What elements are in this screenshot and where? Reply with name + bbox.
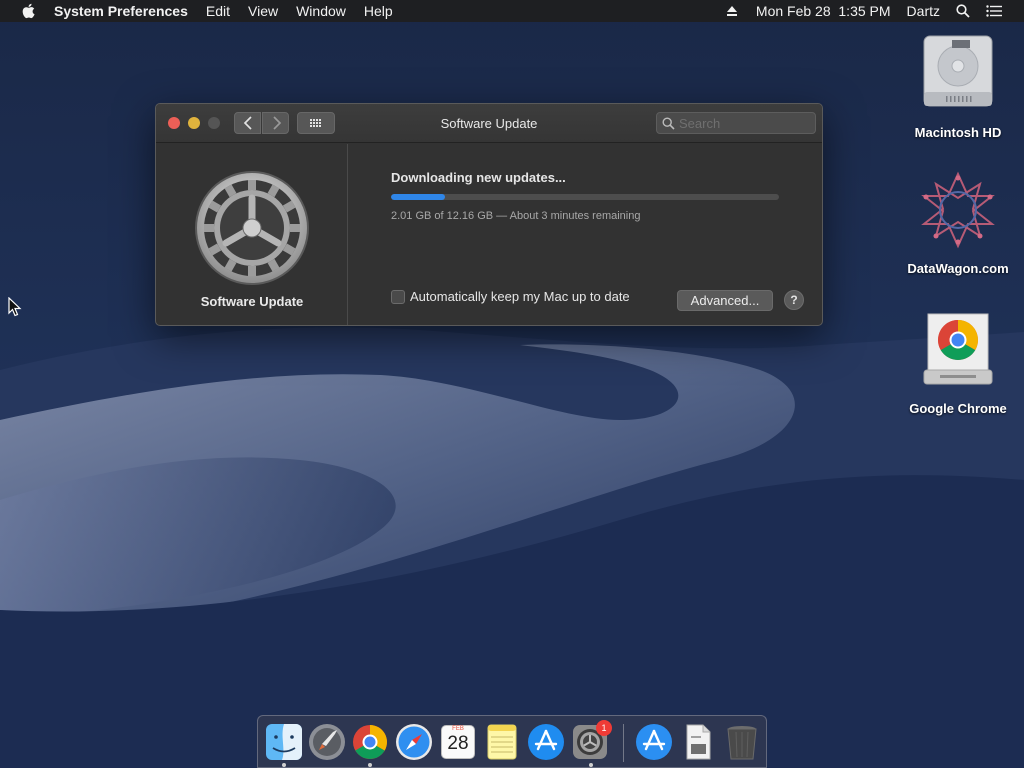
safari-icon[interactable] (394, 722, 434, 762)
desktop-icon-google-chrome[interactable]: Google Chrome (898, 310, 1018, 425)
spotlight-search-icon[interactable] (956, 4, 970, 18)
app-store-icon[interactable] (526, 722, 566, 762)
menu-bar: System Preferences Edit View Window Help… (0, 0, 1024, 22)
notes-icon[interactable] (482, 722, 522, 762)
datawagon-logo-icon (921, 171, 995, 249)
desktop-icon-label: DataWagon.com (907, 261, 1009, 276)
menu-app-name[interactable]: System Preferences (54, 3, 188, 19)
chrome-icon[interactable] (350, 722, 390, 762)
mouse-cursor-icon (8, 297, 22, 317)
download-progress-fill (391, 194, 446, 200)
eject-icon[interactable] (726, 5, 738, 17)
menu-user[interactable]: Dartz (907, 3, 940, 19)
advanced-button[interactable]: Advanced... (677, 290, 773, 311)
apple-logo-icon[interactable] (21, 3, 35, 19)
running-indicator (282, 763, 286, 767)
menu-window[interactable]: Window (296, 3, 346, 19)
finder-icon[interactable] (264, 722, 304, 762)
auto-update-row[interactable]: Automatically keep my Mac up to date (391, 289, 630, 304)
software-update-window: Software Update Search Software Update D… (155, 103, 823, 326)
menu-clock[interactable]: Mon Feb 28 1:35 PM (756, 3, 891, 19)
calendar-icon[interactable]: FEB 28 (438, 722, 478, 762)
sidebar-label: Software Update (200, 294, 304, 309)
software-update-gear-icon (195, 171, 309, 285)
download-status-title: Downloading new updates... (391, 170, 566, 185)
app-store-folder-icon[interactable] (634, 722, 674, 762)
download-status-detail: 2.01 GB of 12.16 GB — About 3 minutes re… (391, 210, 641, 222)
desktop-icon-label: Macintosh HD (914, 125, 1002, 140)
desktop-icon-label: Google Chrome (909, 401, 1007, 416)
menu-view[interactable]: View (248, 3, 278, 19)
desktop-icon-datawagon[interactable]: DataWagon.com (898, 170, 1018, 285)
calendar-month: FEB (452, 726, 464, 732)
document-icon[interactable] (678, 722, 718, 762)
notification-badge: 1 (596, 720, 612, 736)
sidebar-panel: Software Update (156, 144, 348, 325)
desktop-icon-macintosh-hd[interactable]: Macintosh HD (898, 32, 1018, 147)
menu-edit[interactable]: Edit (206, 3, 230, 19)
chrome-installer-icon (923, 313, 993, 385)
dock-separator (623, 724, 624, 762)
download-progress-bar (391, 194, 779, 200)
auto-update-label[interactable]: Automatically keep my Mac up to date (410, 289, 630, 304)
menu-help[interactable]: Help (364, 3, 393, 19)
launchpad-icon[interactable] (307, 722, 347, 762)
running-indicator (368, 763, 372, 767)
auto-update-checkbox[interactable] (391, 289, 405, 304)
hard-drive-icon (923, 35, 993, 107)
dock: FEB 28 1 (257, 715, 767, 768)
search-field[interactable] (656, 112, 816, 134)
window-titlebar[interactable]: Software Update (156, 104, 822, 143)
search-icon (662, 117, 675, 130)
help-button[interactable]: ? (784, 290, 804, 310)
trash-icon[interactable] (722, 722, 762, 762)
notification-center-icon[interactable] (986, 5, 1002, 17)
running-indicator (589, 763, 593, 767)
update-content-panel: Downloading new updates... 2.01 GB of 12… (349, 144, 822, 325)
calendar-day: 28 (447, 733, 469, 754)
search-input[interactable] (679, 115, 809, 131)
